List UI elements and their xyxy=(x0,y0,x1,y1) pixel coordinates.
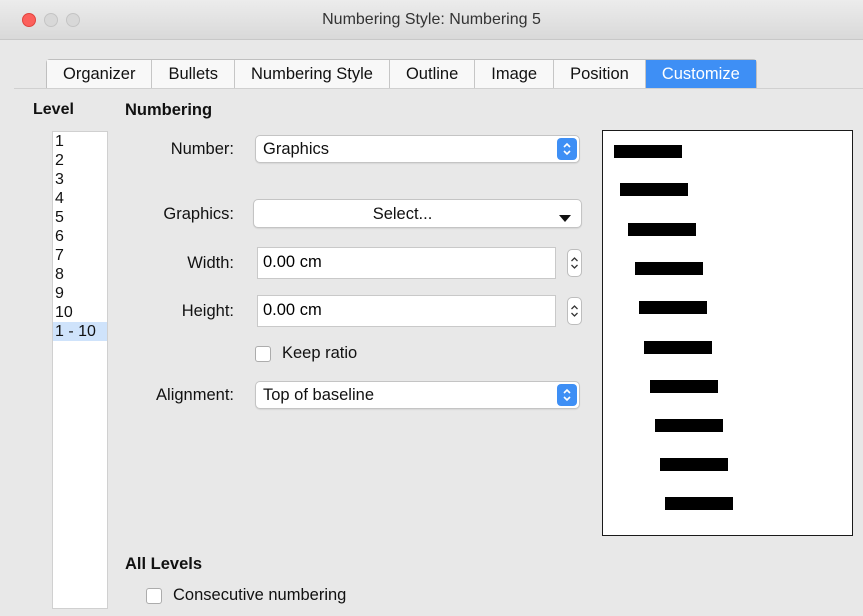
updown-chevron-icon xyxy=(571,257,578,269)
preview-bullet-5 xyxy=(639,301,707,314)
level-item-10[interactable]: 10 xyxy=(53,303,107,322)
number-label: Number: xyxy=(170,140,234,158)
numbering-preview xyxy=(602,130,853,536)
preview-bullet-7 xyxy=(650,380,718,393)
height-input[interactable] xyxy=(263,301,543,320)
width-label: Width: xyxy=(187,254,234,272)
tab-position[interactable]: Position xyxy=(554,60,646,89)
number-select-value: Graphics xyxy=(263,140,330,158)
preview-bullet-9 xyxy=(660,458,728,471)
consecutive-numbering-checkbox[interactable] xyxy=(146,588,162,604)
updown-chevron-icon xyxy=(571,305,578,317)
keep-ratio-label[interactable]: Keep ratio xyxy=(282,344,357,363)
level-item-4[interactable]: 4 xyxy=(53,189,107,208)
dialog-window: Numbering Style: Numbering 5 Organizer B… xyxy=(0,0,863,616)
all-levels-heading: All Levels xyxy=(125,555,203,573)
keep-ratio-checkbox[interactable] xyxy=(255,346,271,362)
level-heading: Level xyxy=(33,101,74,118)
level-item-1[interactable]: 1 xyxy=(53,132,107,151)
level-item-9[interactable]: 9 xyxy=(53,284,107,303)
graphics-select-button[interactable]: Select... xyxy=(253,199,582,228)
title-bar[interactable]: Numbering Style: Numbering 5 xyxy=(0,0,863,40)
level-item-all[interactable]: 1 - 10 xyxy=(53,322,107,341)
window-title: Numbering Style: Numbering 5 xyxy=(322,11,541,28)
level-item-6[interactable]: 6 xyxy=(53,227,107,246)
level-item-7[interactable]: 7 xyxy=(53,246,107,265)
preview-bullet-3 xyxy=(628,223,696,236)
tab-outline[interactable]: Outline xyxy=(389,60,476,89)
height-field[interactable] xyxy=(257,295,556,327)
level-item-2[interactable]: 2 xyxy=(53,151,107,170)
preview-bullet-4 xyxy=(635,262,703,275)
preview-bullet-6 xyxy=(644,341,712,354)
tab-bullets[interactable]: Bullets xyxy=(152,60,235,89)
alignment-select[interactable]: Top of baseline xyxy=(255,381,580,409)
number-select[interactable]: Graphics xyxy=(255,135,580,163)
preview-bullet-1 xyxy=(614,145,682,158)
preview-bullet-8 xyxy=(655,419,723,432)
consecutive-numbering-label[interactable]: Consecutive numbering xyxy=(173,586,346,605)
numbering-heading: Numbering xyxy=(125,101,213,119)
tab-image[interactable]: Image xyxy=(475,60,555,89)
width-field[interactable] xyxy=(257,247,556,279)
height-label: Height: xyxy=(181,302,234,320)
height-stepper[interactable] xyxy=(567,297,582,325)
tab-numbering-style[interactable]: Numbering Style xyxy=(234,60,390,89)
tab-organizer[interactable]: Organizer xyxy=(47,60,153,89)
graphics-select-value: Select... xyxy=(372,205,433,223)
alignment-select-value: Top of baseline xyxy=(263,386,374,404)
preview-bullet-10 xyxy=(665,497,733,510)
updown-chevron-icon xyxy=(557,138,577,160)
alignment-label: Alignment: xyxy=(156,386,234,404)
preview-bullet-2 xyxy=(620,183,688,196)
tab-customize[interactable]: Customize xyxy=(645,60,756,89)
graphics-label: Graphics: xyxy=(163,205,234,223)
level-item-8[interactable]: 8 xyxy=(53,265,107,284)
width-stepper[interactable] xyxy=(567,249,582,277)
level-item-5[interactable]: 5 xyxy=(53,208,107,227)
tab-bar: Organizer Bullets Numbering Style Outlin… xyxy=(46,59,757,89)
level-list[interactable]: 1 2 3 4 5 6 7 8 9 10 1 - 10 xyxy=(52,131,108,609)
dropdown-triangle-icon xyxy=(559,210,571,228)
updown-chevron-icon xyxy=(557,384,577,406)
level-item-3[interactable]: 3 xyxy=(53,170,107,189)
width-input[interactable] xyxy=(263,253,543,272)
